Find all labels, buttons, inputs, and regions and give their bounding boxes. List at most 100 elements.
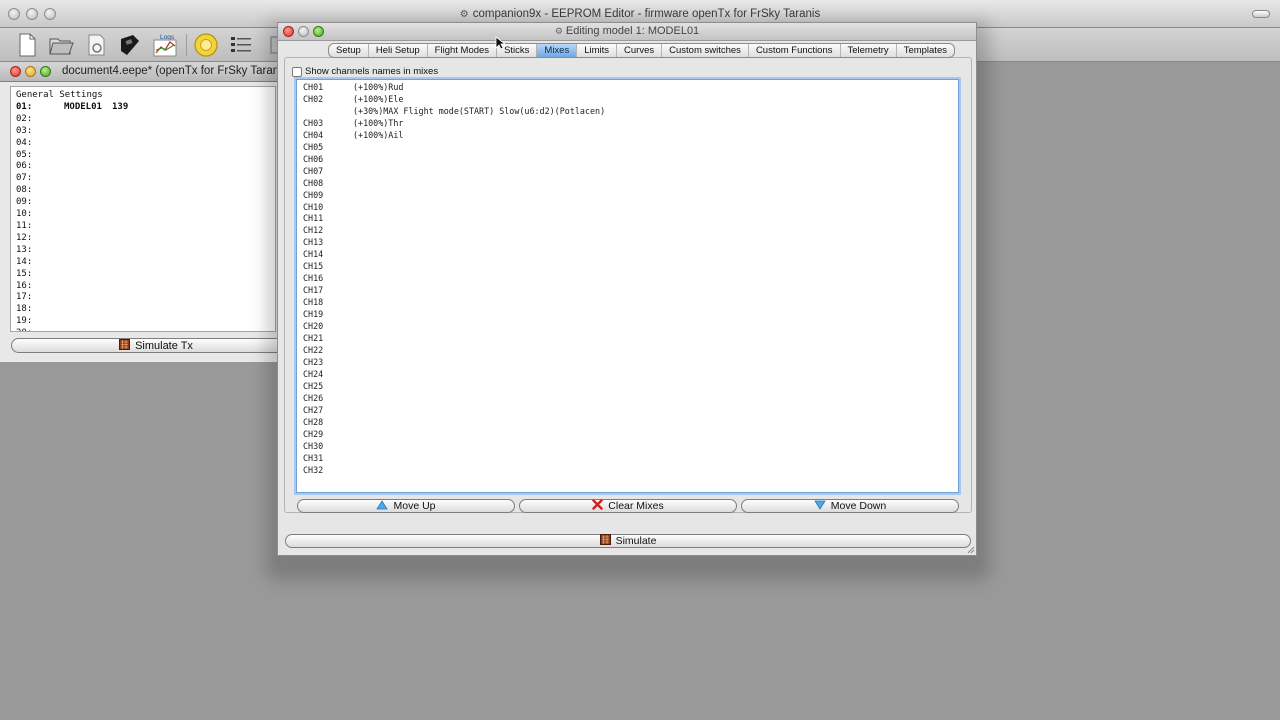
channel-label: CH21	[303, 333, 324, 344]
settings-gear-icon[interactable]	[191, 30, 221, 60]
show-names-option[interactable]: Show channels names in mixes	[292, 66, 438, 77]
tab-templates[interactable]: Templates	[897, 44, 954, 57]
mix-line[interactable]: CH03 (+100%)Thr	[303, 118, 958, 130]
mix-line[interactable]: CH10	[303, 202, 958, 214]
model-slot-number: 19:	[16, 316, 33, 327]
model-list-item[interactable]: 18:	[16, 304, 275, 316]
mix-line[interactable]: CH29	[303, 429, 958, 441]
model-list-item[interactable]: 08:	[16, 185, 275, 197]
model-list-item[interactable]: 04:	[16, 138, 275, 150]
mix-line[interactable]: CH04 (+100%)Ail	[303, 130, 958, 142]
simulate-button[interactable]: Simulate	[285, 534, 971, 548]
model-list-item[interactable]: 12:	[16, 233, 275, 245]
model-list[interactable]: General Settings 01: MODEL01 139 02: 03: 04: 05…	[10, 86, 276, 332]
model-list-item[interactable]: 05:	[16, 150, 275, 162]
mix-line[interactable]: (+30%)MAX Flight mode(START) Slow(u6:d2)…	[303, 106, 958, 118]
channel-label: CH13	[303, 237, 324, 248]
document-window-controls	[10, 66, 51, 77]
mix-line[interactable]: CH15	[303, 261, 958, 273]
tab-curves[interactable]: Curves	[617, 44, 663, 57]
clear-mixes-button[interactable]: Clear Mixes	[519, 499, 737, 513]
tab-limits[interactable]: Limits	[577, 44, 618, 57]
model-list-item[interactable]: 01: MODEL01 139	[16, 102, 275, 114]
mix-line[interactable]: CH01 (+100%)Rud	[303, 82, 958, 94]
mix-line[interactable]: CH02 (+100%)Ele	[303, 94, 958, 106]
mix-line[interactable]: CH18	[303, 297, 958, 309]
tab-custom-switches[interactable]: Custom switches	[662, 44, 749, 57]
mix-line[interactable]: CH06	[303, 154, 958, 166]
mixes-list[interactable]: CH01 (+100%)Rud CH02 (+100%)Ele (+30%)MAX Fl…	[296, 79, 959, 493]
mix-line[interactable]: CH30	[303, 441, 958, 453]
mix-line[interactable]: CH11	[303, 213, 958, 225]
tab-custom-functions[interactable]: Custom Functions	[749, 44, 841, 57]
tab-heli-setup[interactable]: Heli Setup	[369, 44, 428, 57]
mix-line[interactable]: CH26	[303, 393, 958, 405]
minimize-document-button[interactable]	[25, 66, 36, 77]
save-disk-icon[interactable]	[114, 30, 144, 60]
mix-line[interactable]: CH22	[303, 345, 958, 357]
model-list-item[interactable]: 11:	[16, 221, 275, 233]
mix-line[interactable]: CH14	[303, 249, 958, 261]
move-down-button[interactable]: Move Down	[741, 499, 959, 513]
mix-line[interactable]: CH21	[303, 333, 958, 345]
mix-line[interactable]: CH09	[303, 190, 958, 202]
mix-line[interactable]: CH23	[303, 357, 958, 369]
show-names-checkbox[interactable]	[292, 66, 302, 77]
model-list-item[interactable]: 03:	[16, 126, 275, 138]
mix-line[interactable]: CH31	[303, 453, 958, 465]
model-slot-number: 05:	[16, 149, 33, 160]
model-slot-number: 12:	[16, 232, 33, 243]
logs-chart-icon[interactable]: Logs	[150, 30, 180, 60]
model-list-item[interactable]: 16:	[16, 281, 275, 293]
mix-line[interactable]: CH13	[303, 237, 958, 249]
resize-grip-icon[interactable]	[965, 544, 975, 554]
mix-line[interactable]: CH24	[303, 369, 958, 381]
model-list-item[interactable]: 17:	[16, 292, 275, 304]
document-titlebar: document4.eepe* (openTx for FrSky Tarani…	[0, 62, 287, 82]
simulator-icon	[119, 338, 131, 353]
new-file-icon[interactable]	[12, 30, 42, 60]
mix-line[interactable]: CH28	[303, 417, 958, 429]
model-list-item[interactable]: 09:	[16, 197, 275, 209]
simulate-tx-button[interactable]: Simulate Tx	[11, 338, 301, 353]
mix-line[interactable]: CH16	[303, 273, 958, 285]
mix-line[interactable]: CH08	[303, 178, 958, 190]
mix-line[interactable]: CH20	[303, 321, 958, 333]
mix-line[interactable]: CH05	[303, 142, 958, 154]
mix-line[interactable]: CH25	[303, 381, 958, 393]
model-slot-number: 13:	[16, 244, 33, 255]
mix-line[interactable]: CH19	[303, 309, 958, 321]
model-list-item[interactable]: 07:	[16, 173, 275, 185]
model-list-item[interactable]: General Settings	[16, 90, 275, 102]
tab-flight-modes[interactable]: Flight Modes	[428, 44, 498, 57]
mouse-cursor-icon	[495, 36, 505, 50]
mix-line[interactable]: CH32	[303, 465, 958, 477]
move-up-button[interactable]: Move Up	[297, 499, 515, 513]
model-slot-number: General Settings	[16, 90, 103, 100]
open-folder-icon[interactable]	[46, 30, 76, 60]
zoom-document-button[interactable]	[40, 66, 51, 77]
model-list-item[interactable]: 19:	[16, 316, 275, 328]
model-list-item[interactable]: 14:	[16, 257, 275, 269]
tab-setup[interactable]: Setup	[329, 44, 369, 57]
model-slot-number: 17:	[16, 292, 33, 303]
preview-icon[interactable]	[82, 30, 112, 60]
close-document-button[interactable]	[10, 66, 21, 77]
list-icon[interactable]	[226, 30, 256, 60]
mix-line[interactable]: CH17	[303, 285, 958, 297]
model-list-item[interactable]: 15:	[16, 269, 275, 281]
model-list-item[interactable]: 06:	[16, 161, 275, 173]
model-list-item[interactable]: 02:	[16, 114, 275, 126]
toolbar-toggle-button[interactable]	[1252, 10, 1270, 18]
model-name	[64, 197, 112, 209]
dialog-titlebar[interactable]: ⚙ Editing model 1: MODEL01	[278, 23, 976, 41]
mix-line[interactable]: CH12	[303, 225, 958, 237]
mix-line[interactable]: CH27	[303, 405, 958, 417]
model-list-item[interactable]: 13:	[16, 245, 275, 257]
mix-line[interactable]: CH07	[303, 166, 958, 178]
tab-bar: Setup Heli Setup Flight Modes Sticks Mixes Li…	[328, 43, 955, 58]
model-list-item[interactable]: 10:	[16, 209, 275, 221]
model-list-item[interactable]: 20:	[16, 328, 275, 331]
tab-mixes[interactable]: Mixes	[537, 44, 578, 57]
tab-telemetry[interactable]: Telemetry	[841, 44, 897, 57]
